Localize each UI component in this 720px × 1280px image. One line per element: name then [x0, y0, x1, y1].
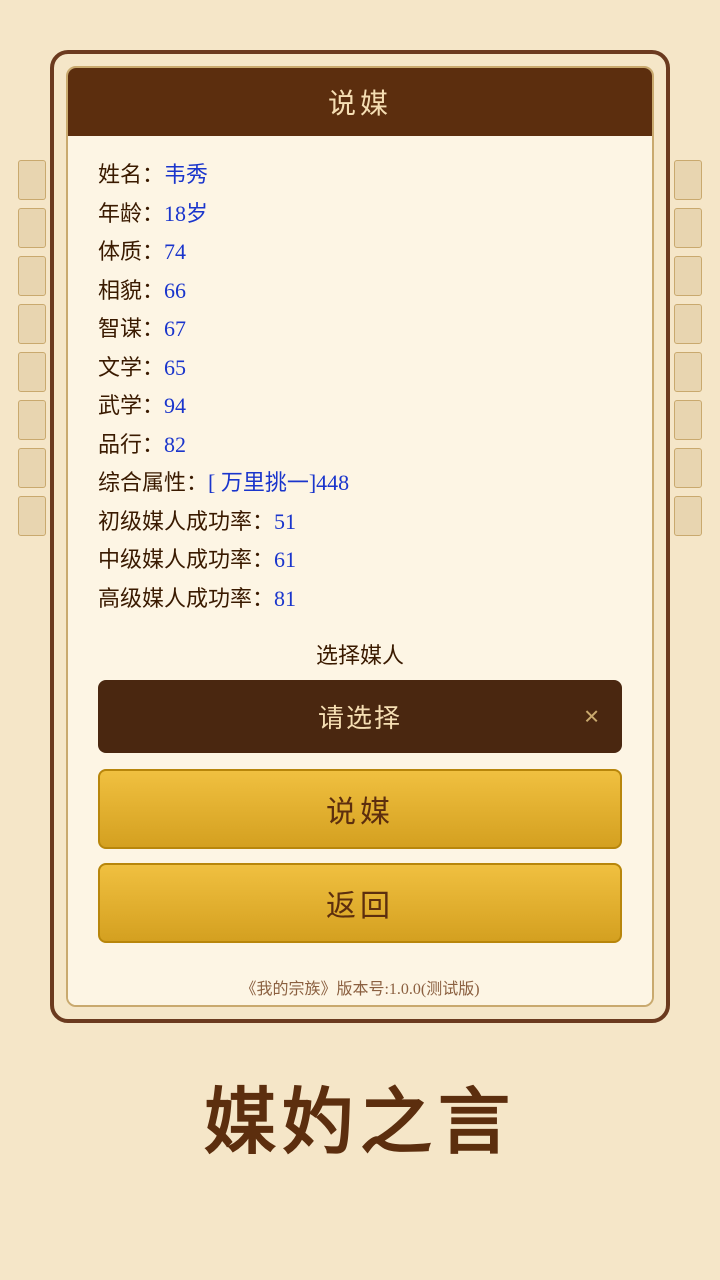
age-row: 年龄：18岁	[98, 195, 622, 234]
literature-value: 65	[164, 355, 186, 380]
tile	[674, 160, 702, 200]
tile	[18, 448, 46, 488]
conduct-value: 82	[164, 432, 186, 457]
literature-label: 文学：	[98, 355, 164, 380]
composite-row: 综合属性：[ 万里挑一]448	[98, 464, 622, 503]
inner-card: 说媒 姓名：韦秀 年龄：18岁 体质：74	[66, 66, 654, 1007]
dialog-title: 说媒	[68, 68, 652, 136]
martial-row: 武学：94	[98, 387, 622, 426]
senior-row: 高级媒人成功率：81	[98, 580, 622, 619]
tile	[674, 448, 702, 488]
martial-label: 武学：	[98, 393, 164, 418]
name-value: 韦秀	[164, 162, 208, 187]
age-label: 年龄：	[98, 201, 164, 226]
junior-label: 初级媒人成功率：	[98, 509, 274, 534]
junior-row: 初级媒人成功率：51	[98, 503, 622, 542]
tile	[674, 208, 702, 248]
matchmake-label: 说媒	[326, 796, 394, 829]
main-frame: 说媒 姓名：韦秀 年龄：18岁 体质：74	[50, 50, 670, 1023]
martial-value: 94	[164, 393, 186, 418]
senior-label: 高级媒人成功率：	[98, 586, 274, 611]
intelligence-label: 智谋：	[98, 316, 164, 341]
intelligence-row: 智谋：67	[98, 310, 622, 349]
name-label: 姓名：	[98, 162, 164, 187]
mid-label: 中级媒人成功率：	[98, 547, 274, 572]
conduct-row: 品行：82	[98, 426, 622, 465]
back-label: 返回	[326, 890, 394, 923]
title-text: 说媒	[328, 89, 392, 120]
conduct-label: 品行：	[98, 432, 164, 457]
appearance-value: 66	[164, 278, 186, 303]
side-decoration-right	[674, 160, 702, 536]
age-value: 18岁	[164, 201, 208, 226]
composite-label: 综合属性：	[98, 470, 208, 495]
name-row: 姓名：韦秀	[98, 156, 622, 195]
mid-row: 中级媒人成功率：61	[98, 541, 622, 580]
tile	[18, 304, 46, 344]
mid-value: 61	[274, 547, 296, 572]
appearance-label: 相貌：	[98, 278, 164, 303]
character-info: 姓名：韦秀 年龄：18岁 体质：74 相貌：66 智谋：67	[98, 156, 622, 618]
junior-value: 51	[274, 509, 296, 534]
tile	[18, 208, 46, 248]
physique-row: 体质：74	[98, 233, 622, 272]
physique-label: 体质：	[98, 239, 164, 264]
tile	[674, 256, 702, 296]
appearance-row: 相貌：66	[98, 272, 622, 311]
tile	[674, 496, 702, 536]
card-body: 姓名：韦秀 年龄：18岁 体质：74 相貌：66 智谋：67	[68, 136, 652, 963]
physique-value: 74	[164, 239, 186, 264]
footer-text: 《我的宗族》版本号:1.0.0(测试版)	[240, 981, 479, 998]
tile	[674, 400, 702, 440]
bottom-title: 媒妁之言	[0, 1063, 720, 1168]
tile	[674, 304, 702, 344]
tile	[18, 160, 46, 200]
composite-value: [ 万里挑一]448	[208, 470, 349, 495]
tile	[18, 400, 46, 440]
dropdown-placeholder: 请选择	[318, 704, 402, 733]
tile	[18, 496, 46, 536]
tile	[674, 352, 702, 392]
tile	[18, 352, 46, 392]
matchmake-button[interactable]: 说媒	[98, 769, 622, 849]
card-footer: 《我的宗族》版本号:1.0.0(测试版)	[68, 963, 652, 1005]
intelligence-value: 67	[164, 316, 186, 341]
senior-value: 81	[274, 586, 296, 611]
back-button[interactable]: 返回	[98, 863, 622, 943]
select-matchmaker-label: 选择媒人	[98, 638, 622, 670]
literature-row: 文学：65	[98, 349, 622, 388]
side-decoration-left	[18, 160, 46, 536]
tile	[18, 256, 46, 296]
matchmaker-dropdown[interactable]: 请选择	[98, 680, 622, 753]
